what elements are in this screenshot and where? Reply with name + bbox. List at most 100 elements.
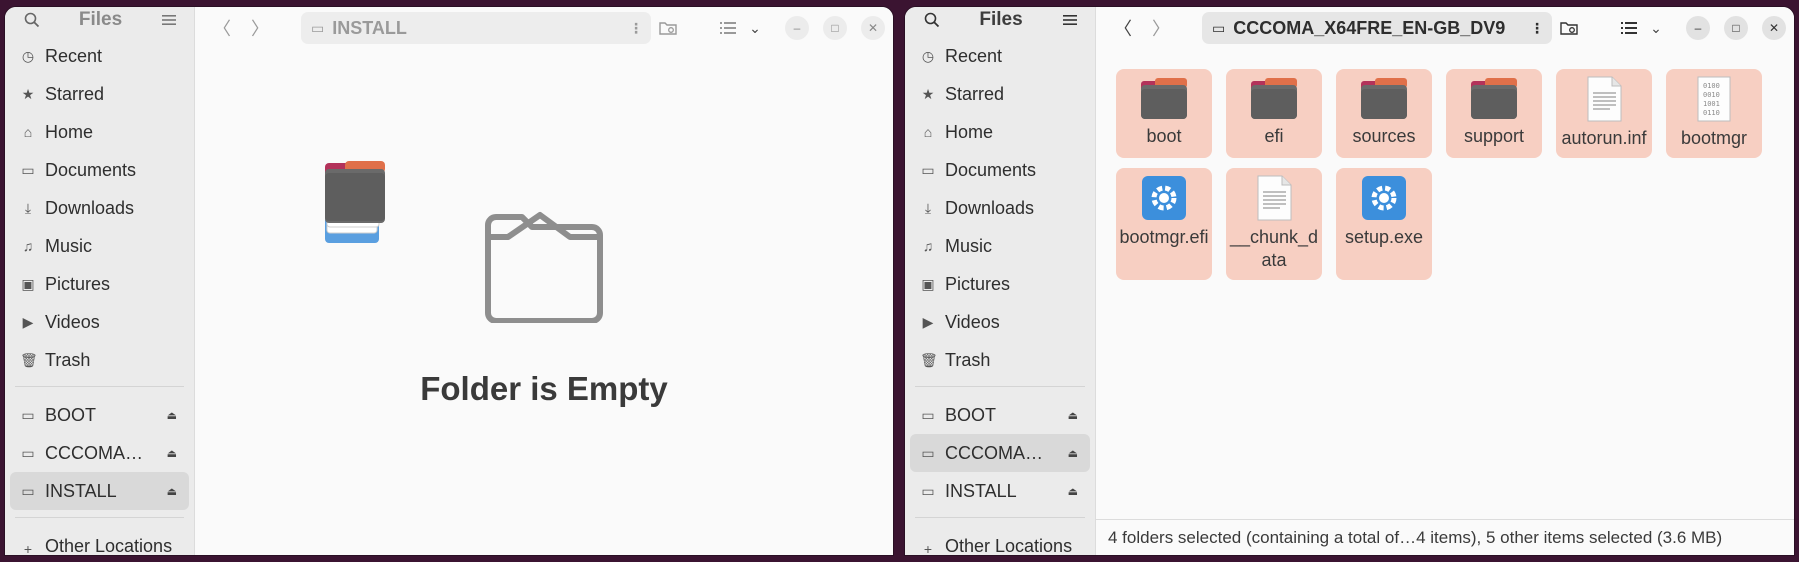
file-item-support[interactable]: support [1446, 69, 1542, 158]
menu-icon[interactable] [1057, 7, 1083, 33]
sidebar-item-other-locations[interactable]: + Other Locations [10, 527, 189, 555]
text-file-icon [1587, 76, 1622, 122]
file-item-bootmgr-efi[interactable]: bootmgr.efi [1116, 168, 1212, 280]
video-icon: ▶ [922, 313, 934, 330]
sidebar-item-label: Trash [945, 349, 991, 370]
clock-icon: ◷ [921, 47, 935, 64]
file-name: __chunk_data [1229, 227, 1319, 270]
menu-icon[interactable] [156, 7, 182, 33]
download-icon: ⤓ [924, 199, 932, 216]
sidebar-item-recent[interactable]: ◷ Recent [910, 37, 1090, 75]
sidebar-item-starred[interactable]: ★ Starred [910, 75, 1090, 113]
more-options-icon[interactable]: ⋮ [1530, 20, 1544, 37]
file-item-sources[interactable]: sources [1336, 69, 1432, 158]
sidebar-item-label: CCCOMA… [45, 442, 143, 463]
trash-icon: 🗑 [20, 351, 38, 368]
close-button[interactable]: ✕ [1762, 16, 1786, 40]
back-icon[interactable]: 〈 [205, 15, 239, 41]
sidebar-item-install[interactable]: ▭ INSTALL ⏏ [910, 472, 1090, 510]
eject-icon[interactable]: ⏏ [1068, 409, 1078, 422]
forward-icon[interactable]: 〉 [243, 15, 277, 41]
sidebar-item-pictures[interactable]: ▣ Pictures [910, 265, 1090, 303]
sidebar-item-music[interactable]: ♫ Music [910, 227, 1090, 265]
trash-icon: 🗑 [920, 351, 938, 368]
file-item-boot[interactable]: boot [1116, 69, 1212, 158]
back-icon[interactable]: 〈 [1106, 15, 1140, 41]
more-options-icon[interactable]: ⋮ [629, 20, 643, 37]
sidebar-item-install[interactable]: ▭ INSTALL ⏏ [10, 472, 189, 510]
file-name: efi [1264, 126, 1284, 146]
eject-icon[interactable]: ⏏ [1068, 447, 1078, 460]
binary-file-icon: 0100001010010110 [1697, 76, 1731, 122]
sidebar-item-label: Videos [45, 311, 100, 332]
minimize-button[interactable]: – [785, 16, 809, 40]
search-icon[interactable] [919, 7, 945, 33]
maximize-button[interactable]: □ [823, 16, 847, 40]
content-area: 〈 〉 ▭ INSTALL ⋮ ⌄ – □ ✕ Folder is Empty [195, 7, 893, 555]
sidebar-item-videos[interactable]: ▶ Videos [10, 303, 189, 341]
close-button[interactable]: ✕ [861, 16, 885, 40]
sidebar-item-home[interactable]: ⌂ Home [10, 113, 189, 151]
sidebar-item-starred[interactable]: ★ Starred [10, 75, 189, 113]
sidebar-item-documents[interactable]: ▭ Documents [10, 151, 189, 189]
file-item-autorun[interactable]: autorun.inf [1556, 69, 1652, 158]
file-name: setup.exe [1344, 227, 1424, 247]
music-icon: ♫ [922, 238, 934, 254]
view-list-icon[interactable] [715, 15, 741, 41]
chevron-down-icon[interactable]: ⌄ [1648, 15, 1664, 41]
sidebar-item-downloads[interactable]: ⤓ Downloads [910, 189, 1090, 227]
sidebar-item-music[interactable]: ♫ Music [10, 227, 189, 265]
sidebar-divider [915, 386, 1085, 387]
path-bar[interactable]: ▭ CCCOMA_X64FRE_EN-GB_DV9 ⋮ [1202, 12, 1552, 44]
plus-icon: + [923, 541, 933, 556]
sidebar-item-documents[interactable]: ▭ Documents [910, 151, 1090, 189]
empty-folder-icon [478, 207, 610, 328]
file-item-chunk-data[interactable]: __chunk_data [1226, 168, 1322, 280]
search-icon[interactable] [19, 7, 45, 33]
new-folder-icon[interactable] [1556, 15, 1582, 41]
sidebar-item-boot[interactable]: ▭ BOOT ⏏ [910, 396, 1090, 434]
file-name: bootmgr.efi [1119, 227, 1209, 247]
sidebar-item-label: Recent [945, 45, 1003, 66]
files-window-install: Files ◷ Recent ★ Starred ⌂ Home ▭ Documents … [4, 6, 894, 556]
eject-icon[interactable]: ⏏ [1068, 485, 1078, 498]
chevron-down-icon[interactable]: ⌄ [747, 15, 763, 41]
sidebar-item-label: Other Locations [945, 536, 1073, 556]
sidebar-item-recent[interactable]: ◷ Recent [10, 37, 189, 75]
sidebar-item-downloads[interactable]: ⤓ Downloads [10, 189, 189, 227]
text-file-icon [1257, 175, 1292, 221]
drive-icon: ▭ [311, 19, 325, 36]
music-icon: ♫ [22, 238, 34, 254]
view-list-icon[interactable] [1616, 15, 1642, 41]
eject-icon[interactable]: ⏏ [167, 485, 177, 498]
star-icon: ★ [21, 85, 35, 102]
minimize-button[interactable]: – [1686, 16, 1710, 40]
executable-gear-icon [1142, 176, 1186, 220]
sidebar-item-label: CCCOMA… [945, 442, 1043, 463]
sidebar-item-pictures[interactable]: ▣ Pictures [10, 265, 189, 303]
sidebar-item-trash[interactable]: 🗑 Trash [910, 341, 1090, 379]
eject-icon[interactable]: ⏏ [167, 447, 177, 460]
path-bar[interactable]: ▭ INSTALL ⋮ [301, 12, 651, 44]
sidebar-item-other-locations[interactable]: + Other Locations [910, 527, 1090, 556]
maximize-button[interactable]: □ [1724, 16, 1748, 40]
sidebar-item-cccoma[interactable]: ▭ CCCOMA… ⏏ [910, 434, 1090, 472]
sidebar-item-label: BOOT [45, 404, 97, 425]
folder-icon [1361, 78, 1407, 119]
sidebar-item-home[interactable]: ⌂ Home [910, 113, 1090, 151]
file-item-efi[interactable]: efi [1226, 69, 1322, 158]
file-item-bootmgr[interactable]: 0100 0010 1001 0110 bootmgr [1666, 69, 1762, 158]
forward-icon[interactable]: 〉 [1144, 15, 1178, 41]
sidebar-item-boot[interactable]: ▭ BOOT ⏏ [10, 396, 189, 434]
sidebar-item-cccoma[interactable]: ▭ CCCOMA… ⏏ [10, 434, 189, 472]
folder-icon [1141, 78, 1187, 119]
eject-icon[interactable]: ⏏ [167, 409, 177, 422]
sidebar-item-trash[interactable]: 🗑 Trash [10, 341, 189, 379]
svg-text:0100: 0100 [1703, 82, 1720, 90]
sidebar-item-label: Videos [945, 311, 1000, 332]
file-item-setup-exe[interactable]: setup.exe [1336, 168, 1432, 280]
sidebar-item-videos[interactable]: ▶ Videos [910, 303, 1090, 341]
executable-gear-icon [1362, 176, 1406, 220]
file-name: autorun.inf [1561, 128, 1647, 148]
new-folder-icon[interactable] [655, 15, 681, 41]
